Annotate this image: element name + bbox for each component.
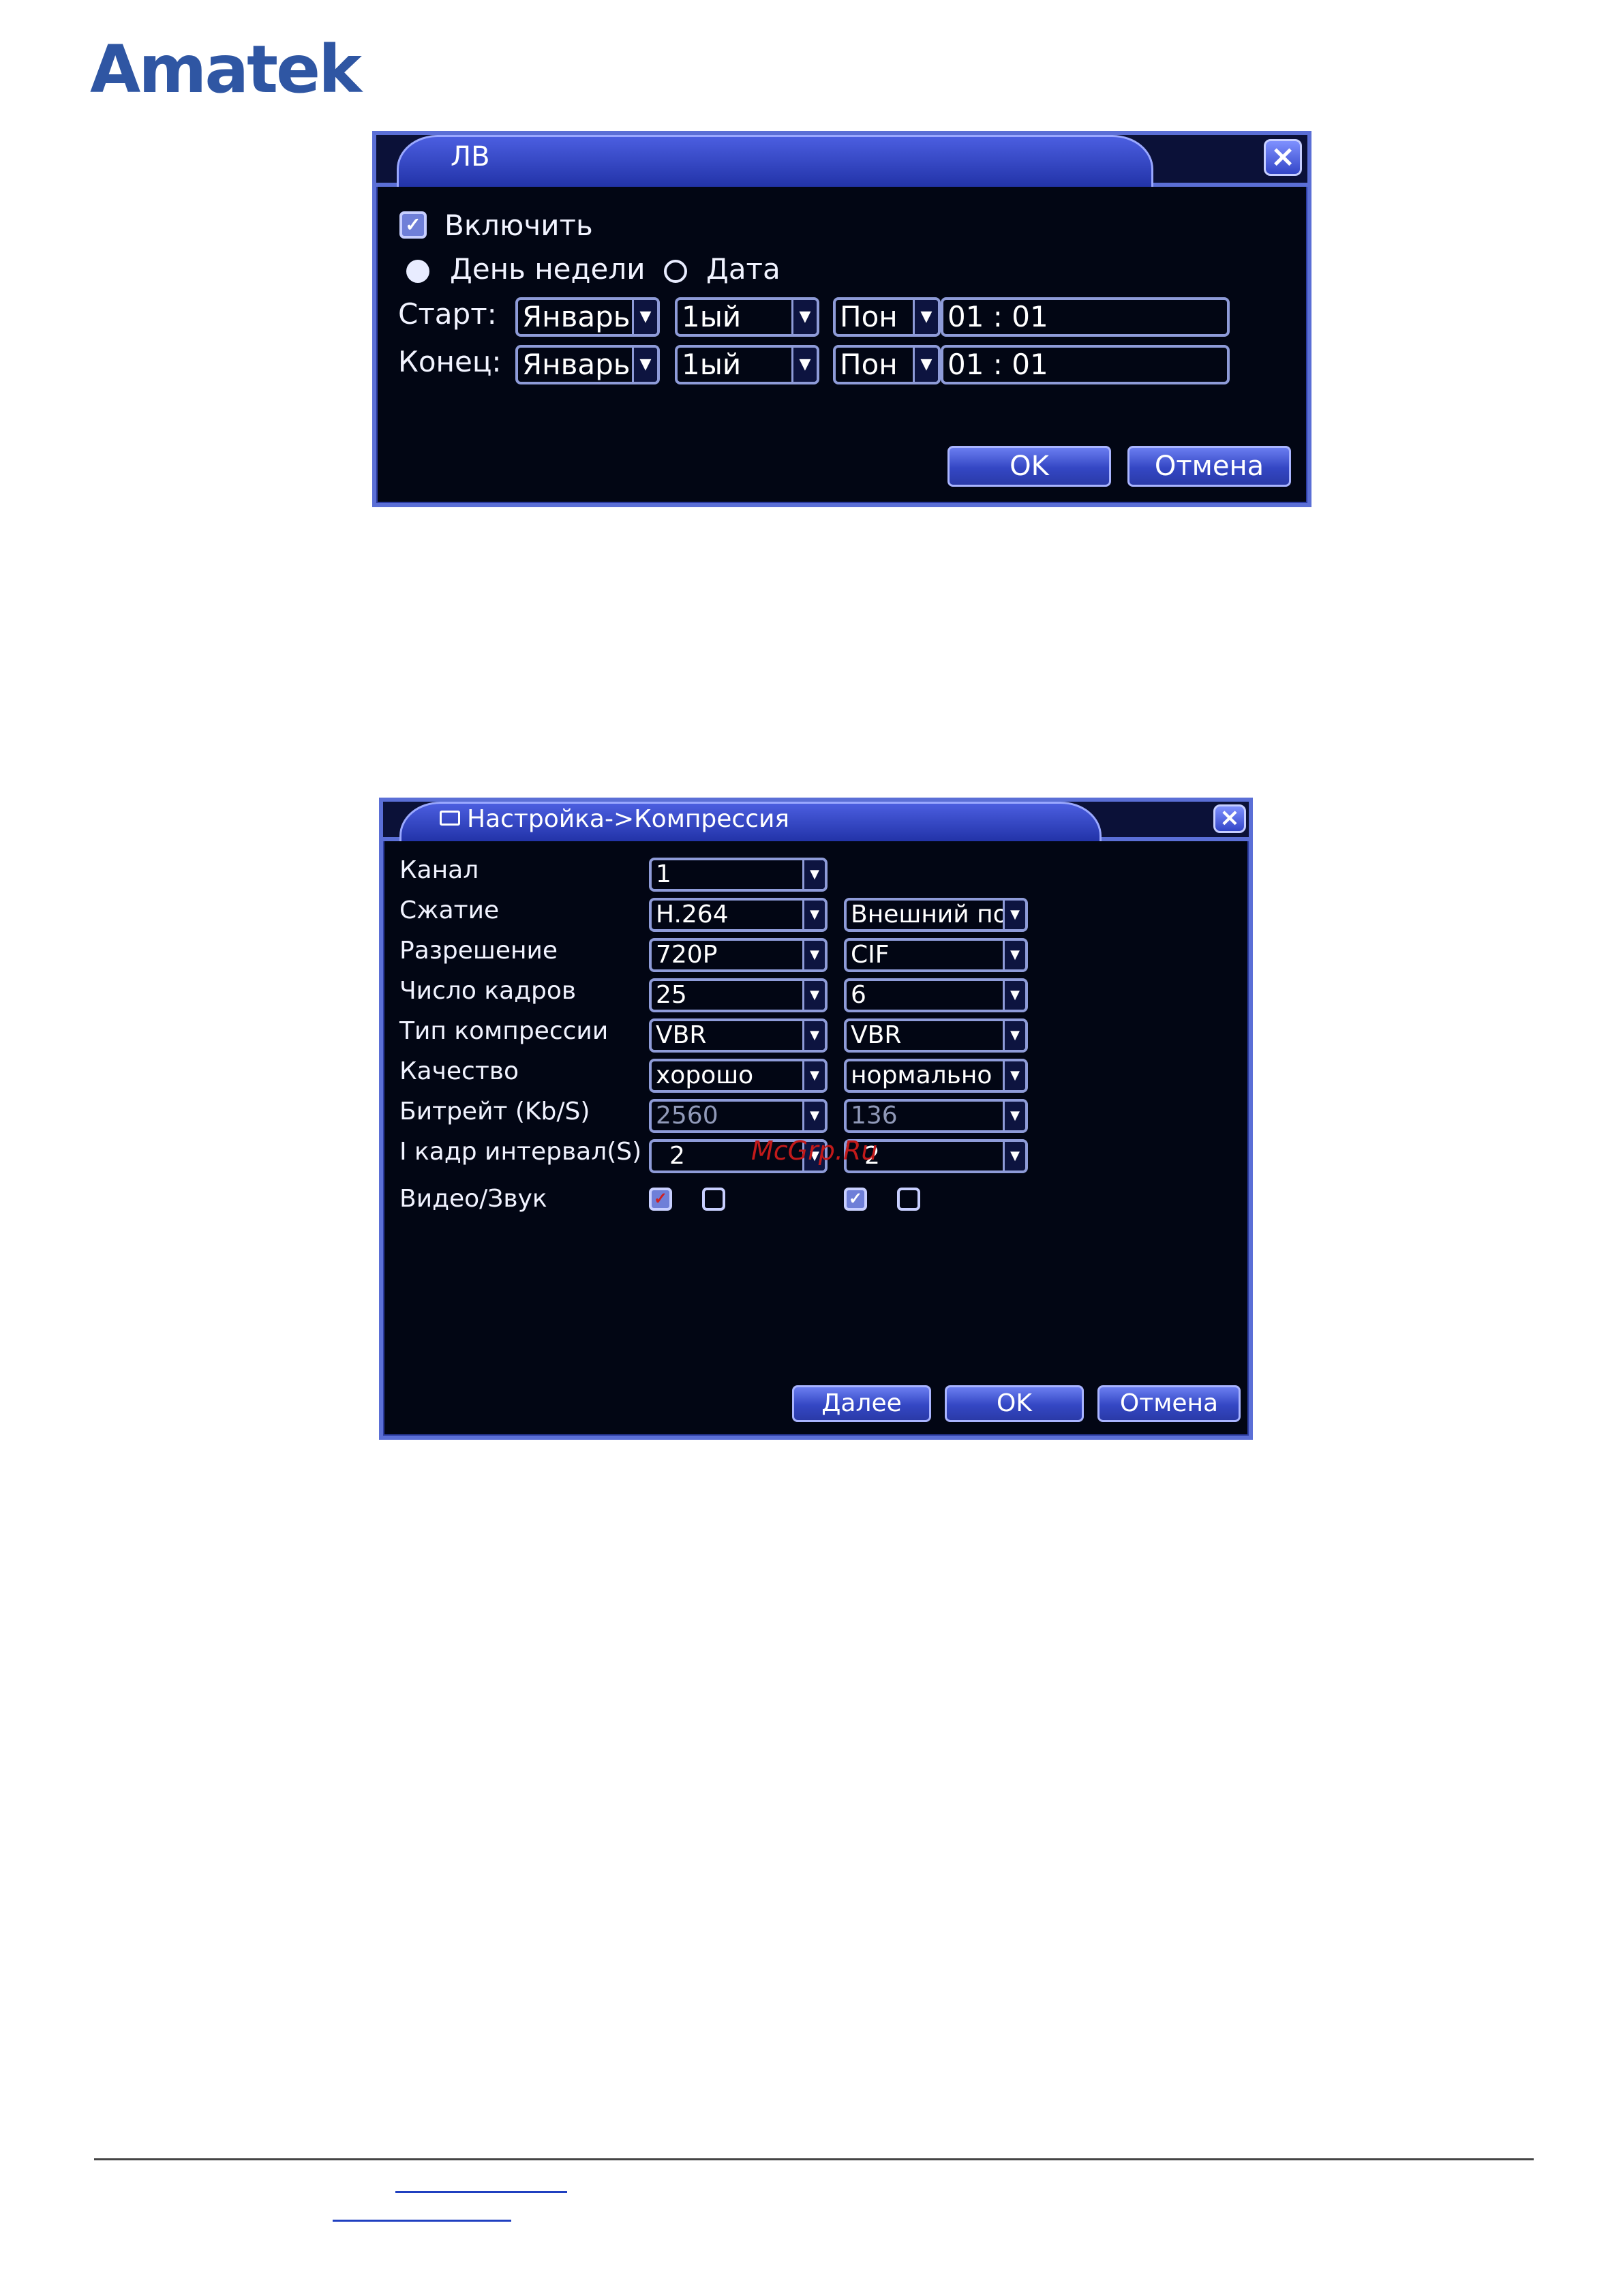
dialog-title: ЛВ (451, 141, 490, 172)
main-stream-select[interactable]: H.264 ▼ (649, 898, 828, 932)
extra-stream-select[interactable]: 6 ▼ (844, 978, 1028, 1012)
cancel-button[interactable]: Отмена (1127, 446, 1291, 487)
chevron-down-icon: ▼ (1003, 1142, 1025, 1170)
chevron-down-icon: ▼ (802, 1102, 825, 1130)
main-stream-select[interactable]: 1 ▼ (649, 858, 828, 892)
chevron-down-icon: ▼ (913, 348, 938, 382)
main-audio-checkbox[interactable] (702, 1188, 725, 1211)
compression-dialog: Настройка->Компрессия × Канал 1 ▼ Сжатие H.2… (379, 798, 1253, 1440)
chevron-down-icon: ▼ (1003, 901, 1025, 929)
start-time-field[interactable]: 01 : 01 (941, 297, 1230, 337)
radio-date[interactable] (664, 260, 687, 283)
chevron-down-icon: ▼ (1003, 1102, 1025, 1130)
dialog-title-tab: ЛВ (397, 135, 1153, 187)
close-icon[interactable]: × (1264, 139, 1302, 176)
radio-weekday-label: День недели (450, 252, 646, 286)
ok-button[interactable]: OK (947, 446, 1111, 487)
row-label: Канал (399, 856, 479, 884)
end-day-select[interactable]: Пон ▼ (833, 345, 941, 384)
main-stream-select[interactable]: 2560 ▼ (649, 1099, 828, 1133)
row-label: Разрешение (399, 937, 558, 965)
main-stream-select[interactable]: 25 ▼ (649, 978, 828, 1012)
end-label: Конец: (398, 345, 502, 378)
radio-weekday[interactable] (406, 260, 429, 283)
chevron-down-icon: ▼ (802, 1021, 825, 1050)
extra-stream-select[interactable]: Внешний по ▼ (844, 898, 1028, 932)
ok-button[interactable]: OK (945, 1385, 1084, 1422)
extra-stream-select[interactable]: 136 ▼ (844, 1099, 1028, 1133)
dst-dialog: ЛВ × ✓ Включить День недели Дата Старт: … (372, 131, 1311, 507)
main-stream-select[interactable]: VBR ▼ (649, 1018, 828, 1053)
footer-link-underline-1[interactable] (395, 2191, 567, 2193)
chevron-down-icon: ▼ (1003, 1021, 1025, 1050)
dialog-title-tab: Настройка->Компрессия (399, 802, 1102, 841)
chevron-down-icon: ▼ (802, 901, 825, 929)
row-label: Качество (399, 1057, 519, 1085)
dialog-title-bar: Настройка->Компрессия × (383, 802, 1249, 841)
start-week-select[interactable]: 1ый ▼ (675, 297, 819, 337)
dialog-title-bar: ЛВ × (376, 135, 1307, 187)
av-label: Видео/Звук (399, 1185, 547, 1213)
end-time-field[interactable]: 01 : 01 (941, 345, 1230, 384)
footer-link-underline-2[interactable] (333, 2220, 511, 2222)
main-video-checkbox[interactable]: ✓ (649, 1188, 672, 1211)
start-day-select[interactable]: Пон ▼ (833, 297, 941, 337)
extra-stream-select[interactable]: CIF ▼ (844, 938, 1028, 972)
footer-divider (94, 2158, 1534, 2160)
extra-audio-checkbox[interactable] (897, 1188, 920, 1211)
extra-video-checkbox[interactable]: ✓ (844, 1188, 867, 1211)
dialog-title: Настройка->Компрессия (467, 805, 790, 833)
row-label: Тип компрессии (399, 1017, 609, 1045)
row-label: Число кадров (399, 977, 577, 1005)
chevron-down-icon: ▼ (802, 860, 825, 889)
row-label: I кадр интервал(S) (399, 1138, 642, 1166)
main-stream-select[interactable]: хорошо ▼ (649, 1059, 828, 1093)
chevron-down-icon: ▼ (1003, 981, 1025, 1010)
row-label: Битрейт (Kb/S) (399, 1098, 590, 1126)
row-label: Сжатие (399, 896, 500, 924)
chevron-down-icon: ▼ (791, 348, 817, 382)
close-icon[interactable]: × (1213, 804, 1246, 833)
chevron-down-icon: ▼ (632, 300, 657, 334)
main-stream-select[interactable]: 720P ▼ (649, 938, 828, 972)
enable-label: Включить (444, 209, 593, 242)
chevron-down-icon: ▼ (913, 300, 938, 334)
chevron-down-icon: ▼ (1003, 1061, 1025, 1090)
chevron-down-icon: ▼ (1003, 941, 1025, 969)
radio-date-label: Дата (706, 252, 780, 286)
extra-stream-select[interactable]: VBR ▼ (844, 1018, 1028, 1053)
chevron-down-icon: ▼ (791, 300, 817, 334)
start-label: Старт: (398, 297, 497, 331)
end-week-select[interactable]: 1ый ▼ (675, 345, 819, 384)
amatek-logo: Amatek (90, 31, 362, 108)
chevron-down-icon: ▼ (802, 941, 825, 969)
start-month-select[interactable]: Январь ▼ (515, 297, 660, 337)
watermark: McGrp.Ru (751, 1136, 878, 1166)
chevron-down-icon: ▼ (802, 1061, 825, 1090)
chevron-down-icon: ▼ (632, 348, 657, 382)
settings-icon (440, 811, 460, 826)
extra-stream-select[interactable]: нормально ▼ (844, 1059, 1028, 1093)
end-month-select[interactable]: Январь ▼ (515, 345, 660, 384)
next-button[interactable]: Далее (792, 1385, 931, 1422)
cancel-button[interactable]: Отмена (1097, 1385, 1241, 1422)
chevron-down-icon: ▼ (802, 981, 825, 1010)
enable-checkbox[interactable]: ✓ (399, 211, 427, 239)
